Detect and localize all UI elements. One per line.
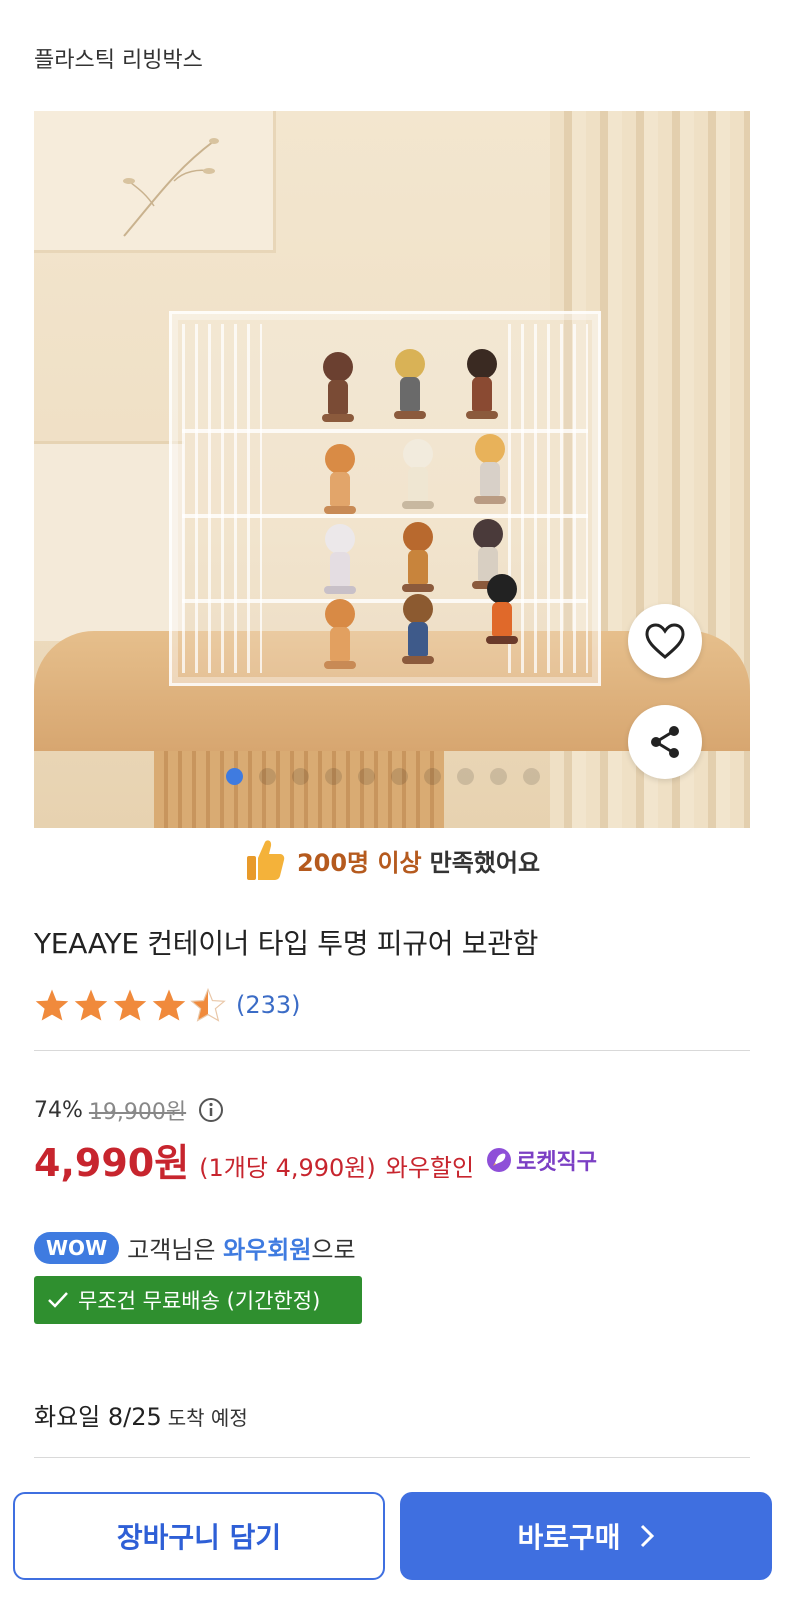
- pagination-dot[interactable]: [523, 768, 540, 785]
- wall-frame: [34, 111, 276, 253]
- pagination-dot[interactable]: [226, 768, 243, 785]
- free-shipping-badge: 무조건 무료배송 (기간한정): [34, 1276, 362, 1324]
- half-star-icon: [190, 988, 226, 1022]
- figure: [320, 352, 356, 422]
- add-to-cart-button[interactable]: 장바구니 담기: [13, 1492, 385, 1580]
- check-icon: [48, 1292, 68, 1308]
- delivery-date: 화요일 8/25: [34, 1403, 162, 1431]
- star-icon: [35, 989, 69, 1021]
- review-count[interactable]: (233): [236, 991, 301, 1019]
- pagination-dot[interactable]: [424, 768, 441, 785]
- pagination-dot[interactable]: [292, 768, 309, 785]
- product-image[interactable]: [34, 111, 750, 828]
- wishlist-button[interactable]: [628, 604, 702, 678]
- pagination-dot[interactable]: [490, 768, 507, 785]
- satisfaction-text: 만족했어요: [429, 848, 541, 877]
- figure: [322, 444, 358, 514]
- star-icon: [74, 989, 108, 1021]
- pagination-dot[interactable]: [259, 768, 276, 785]
- case-shelf: [182, 599, 588, 603]
- figure: [484, 574, 520, 644]
- case-bars-right: [508, 324, 588, 673]
- pagination-dot[interactable]: [325, 768, 342, 785]
- figure: [392, 349, 428, 419]
- rocket-label: 로켓직구: [516, 1149, 598, 1175]
- unit-price: (1개당 4,990원): [199, 1154, 376, 1182]
- satisfaction-count: 200명 이상: [296, 848, 422, 877]
- figure: [322, 524, 358, 594]
- satisfaction-banner: 200명 이상 만족했어요: [0, 838, 785, 882]
- rocket-badge: 로켓직구: [486, 1144, 597, 1176]
- figure: [400, 594, 436, 664]
- wow-member-label: 와우회원: [223, 1236, 312, 1264]
- wow-discount-label: 와우할인: [385, 1154, 475, 1182]
- price-row: 4,990원 (1개당 4,990원) 와우할인 로켓직구: [34, 1132, 597, 1187]
- share-icon: [651, 726, 679, 758]
- pagination-dot[interactable]: [358, 768, 375, 785]
- pagination-dot[interactable]: [391, 768, 408, 785]
- add-to-cart-label: 장바구니 담기: [116, 1521, 282, 1554]
- share-button[interactable]: [628, 705, 702, 779]
- case-shelf: [182, 429, 588, 433]
- figure: [400, 522, 436, 592]
- pagination-dot[interactable]: [457, 768, 474, 785]
- figure: [400, 439, 436, 509]
- figure: [464, 349, 500, 419]
- buy-now-button[interactable]: 바로구매: [400, 1492, 772, 1580]
- gallery-pagination: [226, 768, 540, 785]
- divider: [34, 1050, 750, 1051]
- wow-badge: WOW: [34, 1231, 120, 1264]
- product-title: YEAAYE 컨테이너 타입 투명 피규어 보관함: [34, 927, 539, 960]
- wow-prefix: 고객님은: [127, 1236, 216, 1264]
- branch-art: [123, 138, 219, 237]
- thumbs-up-icon: [246, 840, 285, 880]
- rating-row[interactable]: (233): [34, 988, 301, 1022]
- original-price: 19,900원: [88, 1100, 187, 1125]
- rocket-icon: [487, 1147, 512, 1172]
- sale-price: 4,990원: [34, 1141, 190, 1185]
- side-cabinet: [34, 441, 184, 641]
- category-breadcrumb[interactable]: 플라스틱 리빙박스: [34, 42, 203, 74]
- delivery-estimate: 화요일 8/25 도착 예정: [34, 1397, 248, 1432]
- star-icon: [152, 989, 186, 1021]
- table-base: [154, 751, 444, 828]
- case-bars-left: [182, 324, 262, 673]
- discount-percent: 74%: [34, 1097, 83, 1123]
- figure: [322, 599, 358, 669]
- star-icon: [113, 989, 147, 1021]
- display-case: [169, 311, 601, 686]
- delivery-suffix: 도착 예정: [167, 1406, 248, 1430]
- discount-row: 74% 19,900원: [34, 1094, 224, 1126]
- wow-suffix: 으로: [311, 1236, 356, 1264]
- free-shipping-text: 무조건 무료배송 (기간한정): [78, 1289, 321, 1313]
- case-shelf: [182, 514, 588, 518]
- heart-icon: [645, 623, 685, 659]
- divider: [34, 1457, 750, 1458]
- info-icon[interactable]: [198, 1097, 224, 1123]
- buy-now-label: 바로구매: [517, 1521, 621, 1554]
- wow-membership-row: WOW 고객님은 와우회원 으로: [34, 1230, 356, 1265]
- figure: [472, 434, 508, 504]
- chevron-right-icon: [640, 1524, 654, 1548]
- star-rating: [34, 988, 226, 1022]
